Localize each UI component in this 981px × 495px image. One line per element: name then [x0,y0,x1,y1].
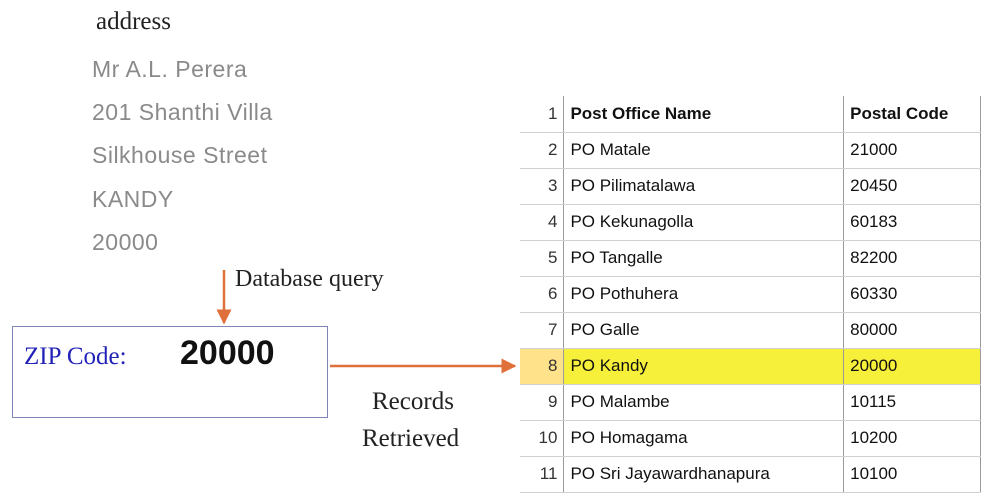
zip-code-box [12,326,328,418]
column-header-name: Post Office Name [563,96,845,133]
postal-code-cell: 20450 [843,168,981,205]
postal-code-cell: 21000 [843,132,981,169]
table-row: 2 PO Matale 21000 [520,132,981,169]
database-query-label: Database query [235,266,384,292]
post-office-table: 1 Post Office Name Postal Code 2 PO Matale 21… [520,96,981,493]
table-row: 3 PO Pilimatalawa 20450 [520,168,981,205]
row-number: 5 [520,240,565,277]
postal-code-cell: 10200 [843,420,981,457]
row-number: 7 [520,312,565,349]
table-row: 6 PO Pothuhera 60330 [520,276,981,313]
zip-code-label: ZIP Code: [24,343,127,370]
records-label-line-1: Records [372,388,454,415]
table-row: 4 PO Kekunagolla 60183 [520,204,981,241]
table-row: 9 PO Malambe 10115 [520,384,981,421]
postal-code-cell: 20000 [843,348,981,385]
post-office-name-cell: PO Matale [563,132,845,169]
row-number: 8 [520,348,565,385]
post-office-name-cell: PO Pilimatalawa [563,168,845,205]
post-office-name-cell: PO Sri Jayawardhanapura [563,456,845,493]
postal-code-cell: 60183 [843,204,981,241]
row-number: 2 [520,132,565,169]
table-row: 8 PO Kandy 20000 [520,348,981,385]
row-number: 10 [520,420,565,457]
postal-code-cell: 82200 [843,240,981,277]
row-number: 9 [520,384,565,421]
zip-code-value: 20000 [180,334,275,372]
row-number: 4 [520,204,565,241]
table-header-row: 1 Post Office Name Postal Code [520,96,981,133]
post-office-name-cell: PO Tangalle [563,240,845,277]
post-office-name-cell: PO Kandy [563,348,845,385]
row-number: 11 [520,456,565,493]
postal-code-cell: 60330 [843,276,981,313]
postal-code-cell: 10100 [843,456,981,493]
table-row: 10 PO Homagama 10200 [520,420,981,457]
row-number: 1 [520,96,565,133]
post-office-name-cell: PO Malambe [563,384,845,421]
postal-code-cell: 10115 [843,384,981,421]
post-office-name-cell: PO Kekunagolla [563,204,845,241]
table-row: 5 PO Tangalle 82200 [520,240,981,277]
post-office-name-cell: PO Pothuhera [563,276,845,313]
post-office-name-cell: PO Homagama [563,420,845,457]
postal-code-cell: 80000 [843,312,981,349]
records-label-line-2: Retrieved [362,425,460,452]
table-row: 11 PO Sri Jayawardhanapura 10100 [520,456,981,493]
row-number: 6 [520,276,565,313]
post-office-name-cell: PO Galle [563,312,845,349]
column-header-code: Postal Code [843,96,981,133]
row-number: 3 [520,168,565,205]
table-row: 7 PO Galle 80000 [520,312,981,349]
